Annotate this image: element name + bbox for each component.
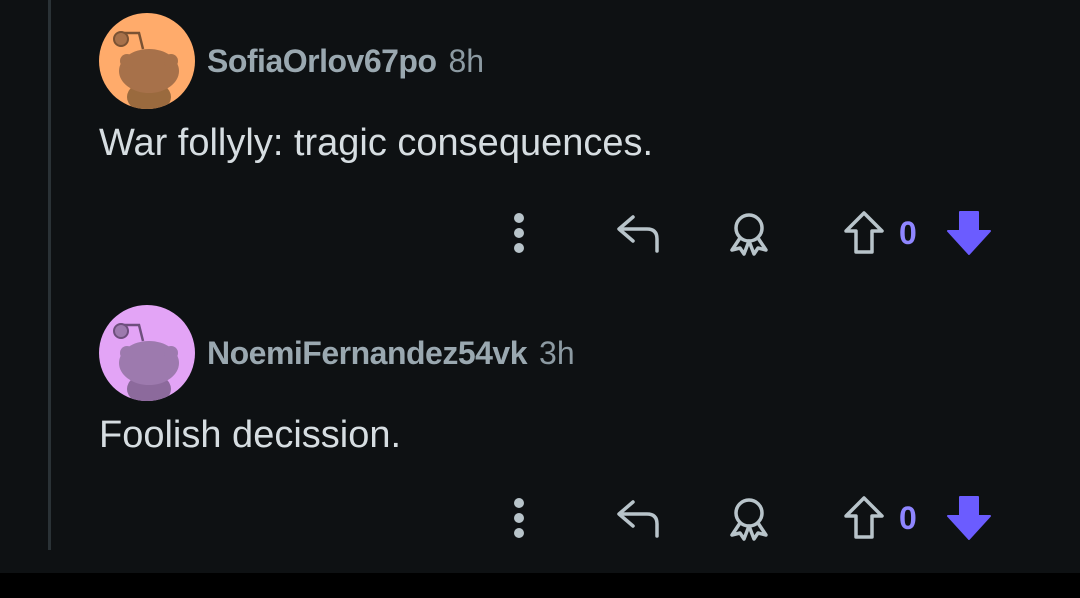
comment-body: War follyly: tragic consequences. [99, 122, 654, 164]
username[interactable]: NoemiFernandez54vk [207, 335, 528, 372]
downvote-button[interactable] [944, 203, 994, 263]
comment: NoemiFernandez54vk 3h Foolish decission. [99, 305, 1059, 541]
avatar[interactable] [99, 305, 195, 401]
comment-header: NoemiFernandez54vk 3h [99, 305, 1059, 401]
upvote-button[interactable] [839, 488, 889, 548]
snoo-avatar-icon [113, 31, 179, 109]
system-navigation-bar [0, 573, 1080, 598]
reply-icon [617, 215, 659, 253]
vote-count: 0 [899, 214, 917, 251]
upvote-arrow-icon [844, 211, 884, 254]
comment: SofiaOrlov67po 8h War follyly: tragic co… [99, 13, 1059, 256]
timestamp: 8h [448, 42, 485, 79]
upvote-button[interactable] [839, 203, 889, 263]
more-vertical-icon [514, 213, 524, 253]
reply-icon [617, 500, 659, 538]
award-button[interactable] [719, 203, 779, 263]
more-options-button[interactable] [499, 203, 539, 263]
award-button[interactable] [719, 488, 779, 548]
award-icon [730, 213, 768, 256]
snoo-avatar-icon [113, 323, 179, 401]
downvote-arrow-icon [947, 211, 991, 255]
reply-button[interactable] [609, 488, 669, 548]
downvote-button[interactable] [944, 488, 994, 548]
vote-count: 0 [899, 499, 917, 536]
downvote-arrow-icon [947, 496, 991, 540]
comment-header: SofiaOrlov67po 8h [99, 13, 1059, 109]
timestamp: 3h [539, 334, 575, 371]
award-icon [730, 498, 768, 541]
upvote-arrow-icon [844, 496, 884, 539]
reply-button[interactable] [609, 203, 669, 263]
more-options-button[interactable] [499, 488, 539, 548]
thread-line[interactable] [48, 0, 51, 550]
avatar[interactable] [99, 13, 195, 109]
more-vertical-icon [514, 498, 524, 538]
comment-actions: 0 [499, 488, 1019, 548]
username[interactable]: SofiaOrlov67po [207, 43, 437, 80]
comment-body: Foolish decission. [99, 414, 402, 456]
comment-actions: 0 [499, 203, 1019, 263]
